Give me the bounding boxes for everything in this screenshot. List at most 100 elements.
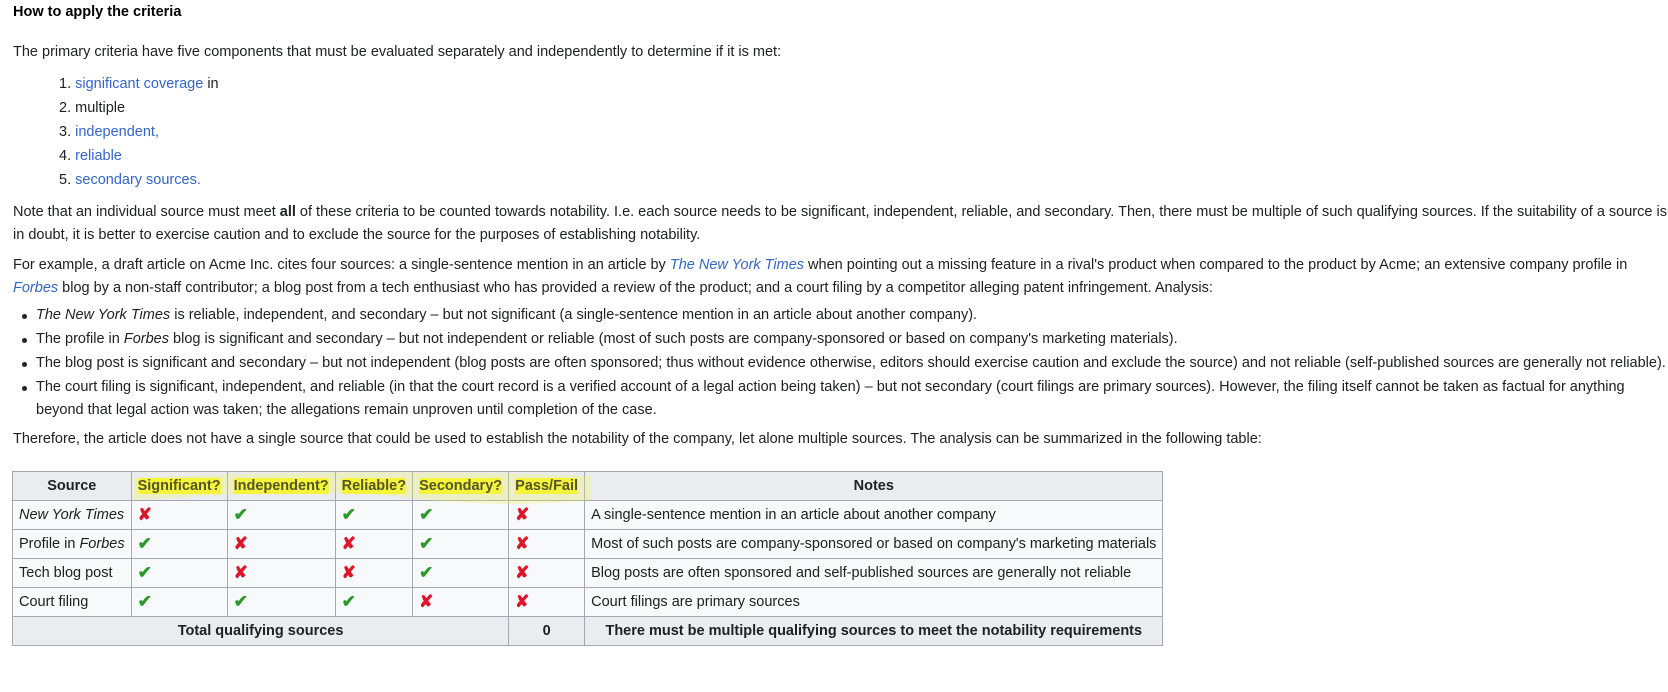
header-significant: Significant? [130, 471, 228, 501]
article-content: How to apply the criteria The primary cr… [13, 0, 1668, 451]
mark-cell: ✘ [130, 500, 228, 530]
list-number: 2. [59, 100, 72, 116]
header-secondary: Secondary? [412, 471, 510, 501]
list-number: 1. [59, 76, 72, 92]
intro-paragraph: The primary criteria have five component… [13, 44, 782, 60]
note-text: Note that an individual source must meet [13, 204, 280, 220]
mark-cell: ✘ [412, 587, 510, 617]
header-reliable: Reliable? [334, 471, 414, 501]
check-icon: ✔ [419, 505, 434, 524]
total-row: Total qualifying sources 0 There must be… [11, 616, 1164, 646]
check-icon: ✔ [341, 592, 356, 611]
cross-icon: ✘ [341, 534, 356, 553]
source-cell: Tech blog post [12, 558, 132, 588]
mark-cell: ✔ [130, 587, 228, 617]
mark-cell: ✔ [412, 558, 510, 588]
cross-icon: ✘ [515, 534, 530, 553]
mark-cell: ✘ [226, 529, 336, 559]
analysis-text: blog is significant and secondary – but … [169, 331, 1178, 347]
notes-cell: Blog posts are often sponsored and self-… [584, 558, 1164, 588]
analysis-text: The blog post is significant and seconda… [36, 355, 1666, 371]
total-label: Total qualifying sources [11, 616, 510, 646]
header-source: Source [12, 471, 132, 501]
cross-icon: ✘ [515, 592, 530, 611]
source-text: Profile in [19, 536, 80, 552]
example-text: blog by a non-staff contributor; a blog … [58, 280, 1213, 296]
section-heading: How to apply the criteria [13, 4, 182, 20]
criteria-item: 3. independent, [58, 120, 1668, 144]
notes-cell: A single-sentence mention in an article … [584, 500, 1164, 530]
secondary-sources-link[interactable]: secondary sources. [75, 172, 201, 188]
cross-icon: ✘ [341, 563, 356, 582]
source-cell: New York Times [12, 500, 132, 530]
mark-cell: ✘ [508, 558, 586, 588]
check-icon: ✔ [137, 534, 152, 553]
mark-cell: ✔ [412, 529, 510, 559]
total-value: 0 [508, 616, 586, 646]
example-paragraph: For example, a draft article on Acme Inc… [13, 254, 1668, 300]
significant-coverage-link[interactable]: significant coverage [75, 76, 203, 92]
criteria-list: 1. significant coverage in 2. multiple 3… [13, 72, 1668, 192]
total-note: There must be multiple qualifying source… [584, 616, 1164, 646]
criteria-item: 1. significant coverage in [58, 72, 1668, 96]
forbes-link[interactable]: Forbes [13, 280, 58, 296]
forbes-link-text: Forbes [13, 280, 59, 296]
check-icon: ✔ [233, 505, 248, 524]
source-cell: Profile in Forbes [12, 529, 132, 559]
example-text: when pointing out a missing feature in a… [804, 257, 1628, 273]
mark-cell: ✘ [508, 529, 586, 559]
cross-icon: ✘ [515, 505, 530, 524]
mark-cell: ✔ [130, 529, 228, 559]
table-row: Profile in Forbes ✔ ✘ ✘ ✔ ✘ Most of such… [12, 529, 1164, 559]
independent-link[interactable]: independent, [75, 124, 159, 140]
source-cell: Court filing [12, 587, 132, 617]
cross-icon: ✘ [233, 534, 248, 553]
list-number: 5. [59, 172, 72, 188]
list-text: multiple [75, 100, 126, 116]
criteria-item: 2. multiple [58, 96, 1668, 120]
criteria-item: 4. reliable [58, 144, 1668, 168]
mark-cell: ✔ [412, 500, 510, 530]
analysis-item: The profile in Forbes blog is significan… [22, 328, 1668, 351]
mark-cell: ✘ [334, 558, 414, 588]
reliable-link[interactable]: reliable [75, 148, 122, 164]
table-row: Court filing ✔ ✔ ✔ ✘ ✘ Court filings are… [12, 587, 1164, 617]
cross-icon: ✘ [515, 563, 530, 582]
table-row: New York Times ✘ ✔ ✔ ✔ ✘ A single-senten… [12, 500, 1164, 530]
header-notes: Notes [584, 471, 1164, 501]
list-suffix: in [203, 76, 219, 92]
header-pass-fail: Pass/Fail [508, 471, 586, 501]
header-reliable-label: Reliable? [341, 478, 407, 494]
nyt-link[interactable]: The New York Times [670, 257, 804, 273]
analysis-italic: The New York Times [36, 307, 171, 323]
check-icon: ✔ [233, 592, 248, 611]
mark-cell: ✘ [508, 500, 586, 530]
analysis-italic: Forbes [123, 331, 169, 347]
analysis-list: The New York Times is reliable, independ… [13, 304, 1668, 422]
example-text: For example, a draft article on Acme Inc… [13, 257, 670, 273]
analysis-item: The New York Times is reliable, independ… [22, 304, 1668, 327]
table-row: Tech blog post ✔ ✘ ✘ ✔ ✘ Blog posts are … [12, 558, 1164, 588]
therefore-paragraph: Therefore, the article does not have a s… [13, 431, 1262, 447]
mark-cell: ✔ [334, 500, 414, 530]
header-significant-label: Significant? [137, 478, 221, 494]
check-icon: ✔ [137, 563, 152, 582]
analysis-item: The court filing is significant, indepen… [22, 376, 1668, 422]
mark-cell: ✔ [130, 558, 228, 588]
mark-cell: ✘ [334, 529, 414, 559]
source-text: Court filing [19, 594, 89, 610]
table-header-row: Source Significant? Independent? Reliabl… [12, 471, 1164, 501]
cross-icon: ✘ [419, 592, 434, 611]
analysis-text: The court filing is significant, indepen… [36, 379, 1625, 418]
nyt-link-text: The New York Times [669, 257, 805, 273]
cross-icon: ✘ [137, 505, 152, 524]
mark-cell: ✘ [508, 587, 586, 617]
analysis-text: is reliable, independent, and secondary … [170, 307, 978, 323]
cross-icon: ✘ [233, 563, 248, 582]
note-paragraph: Note that an individual source must meet… [13, 201, 1668, 247]
analysis-item: The blog post is significant and seconda… [22, 352, 1668, 375]
criteria-table: Source Significant? Independent? Reliabl… [11, 471, 1164, 646]
source-text: Tech blog post [19, 565, 113, 581]
mark-cell: ✔ [226, 587, 336, 617]
list-number: 4. [59, 148, 72, 164]
